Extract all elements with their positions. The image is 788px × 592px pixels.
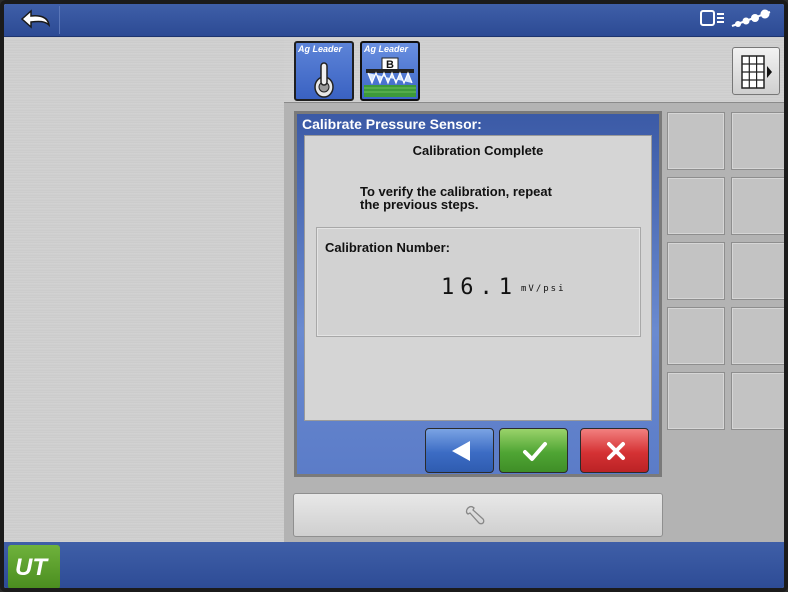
- device-tab-strip: Ag Leader Ag Leader B: [284, 37, 784, 102]
- dialog-body: Calibration Complete To verify the calib…: [304, 135, 652, 421]
- calibration-number-box: Calibration Number: 16.1 mV/psi: [316, 227, 641, 337]
- tab-switch-module[interactable]: Ag Leader: [294, 41, 354, 101]
- calibration-number-label: Calibration Number:: [325, 240, 450, 255]
- tab-brand-label: Ag Leader: [364, 44, 409, 54]
- side-grid-cell[interactable]: [667, 112, 725, 170]
- side-grid-cell[interactable]: [667, 307, 725, 365]
- side-grid-cell[interactable]: [731, 242, 784, 300]
- previous-button[interactable]: [425, 428, 494, 473]
- screen: Ag Leader Ag Leader B Calibrate Pressure…: [0, 0, 788, 592]
- bottom-bar: UT: [4, 542, 784, 588]
- checkmark-icon: [523, 442, 547, 461]
- side-grid-cell[interactable]: [667, 372, 725, 430]
- left-panel: [4, 37, 284, 542]
- status-icons: [699, 8, 774, 32]
- universal-terminal-logo[interactable]: UT: [8, 545, 60, 588]
- dialog-message: To verify the calibration, repeat the pr…: [360, 185, 620, 211]
- dialog-heading: Calibration Complete: [412, 143, 544, 158]
- layout-grid-button[interactable]: [732, 47, 780, 95]
- cancel-button[interactable]: [580, 428, 649, 473]
- calibration-number-unit: mV/psi: [521, 284, 566, 294]
- left-arrow-icon: [452, 441, 470, 461]
- tab-brand-label: Ag Leader: [298, 44, 343, 54]
- side-grid-cell[interactable]: [667, 242, 725, 300]
- dialog-message-line2: the previous steps.: [360, 197, 479, 212]
- tab-boom-section[interactable]: Ag Leader B: [360, 41, 420, 101]
- undo-arrow-icon: [20, 9, 51, 29]
- toggle-switch-icon: [314, 62, 334, 98]
- tools-button[interactable]: [293, 493, 663, 537]
- side-grid-cell[interactable]: [731, 372, 784, 430]
- side-grid-cell[interactable]: [731, 307, 784, 365]
- top-bar: [4, 4, 784, 37]
- close-icon: [607, 442, 625, 460]
- main-area: Calibrate Pressure Sensor: Calibration C…: [284, 102, 784, 542]
- wrench-icon: [465, 505, 485, 525]
- signal-strength-icon[interactable]: [730, 8, 774, 30]
- dialog-title: Calibrate Pressure Sensor:: [302, 116, 482, 132]
- side-grid-cell[interactable]: [667, 177, 725, 235]
- sprayer-boom-icon: B: [364, 57, 416, 97]
- grid-layout-icon: [741, 55, 772, 89]
- calibration-number-value: 16.1: [441, 275, 518, 300]
- side-grid-cell[interactable]: [731, 112, 784, 170]
- display-icon[interactable]: [699, 8, 726, 30]
- back-button[interactable]: [8, 6, 60, 34]
- confirm-button[interactable]: [499, 428, 568, 473]
- side-grid-cell[interactable]: [731, 177, 784, 235]
- calibration-dialog: Calibrate Pressure Sensor: Calibration C…: [294, 111, 662, 477]
- logo-text: UT: [15, 554, 47, 581]
